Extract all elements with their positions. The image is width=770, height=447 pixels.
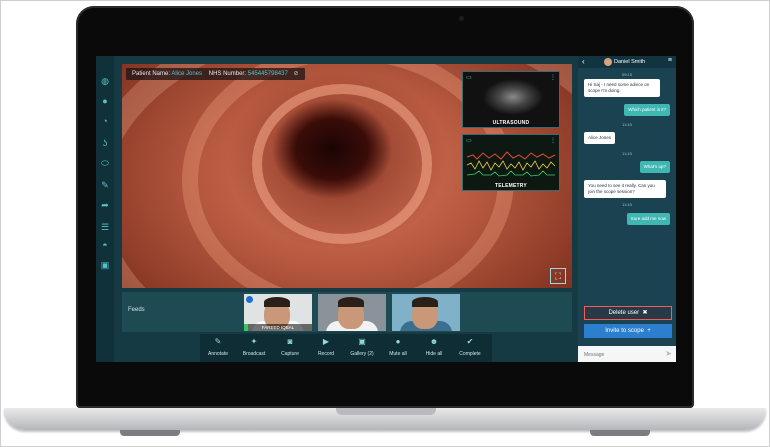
more-options-icon[interactable]: ⋮ [550, 137, 556, 144]
ultrasound-feed[interactable]: ▭ ⋮ ULTRASOUND [462, 71, 560, 128]
gallery-button[interactable]: ▣ Gallery (2) [344, 337, 380, 358]
status-indicator [244, 324, 248, 331]
frame-icon[interactable]: ▣ [100, 260, 110, 270]
capsule-icon[interactable]: ⬭ [100, 158, 110, 168]
participant-name: FAREED IQBAL [244, 324, 312, 331]
pencil-icon[interactable]: ✎ [100, 180, 110, 190]
message-outgoing: Which patient is it? [624, 104, 670, 116]
laptop-foot [120, 430, 180, 436]
pencil-icon: ✎ [214, 337, 222, 346]
chat-header: ‹ Daniel Smith ≡ [578, 56, 676, 68]
message-timestamp: 11:43 [622, 202, 632, 207]
participant-hair [338, 297, 364, 307]
participant-feed[interactable] [392, 294, 460, 331]
participant-hair [412, 297, 438, 307]
message-outgoing: Sure add me now [626, 213, 670, 225]
camera-icon: ◙ [287, 337, 293, 346]
message-input[interactable] [582, 348, 656, 361]
mute-all-button[interactable]: ● Mute all [380, 337, 416, 358]
menu-lines-icon[interactable]: ☰ [100, 222, 110, 232]
monitor-icon[interactable]: ▭ [466, 74, 472, 81]
patient-info-bar: Patient Name: Alice Jones NHS Number: 54… [126, 68, 305, 80]
message-input-bar: ➤ [578, 346, 676, 362]
nhs-number-label: NHS Number: [208, 71, 247, 77]
globe-icon[interactable]: ◍ [100, 76, 110, 86]
action-toolbar: ✎ Annotate ✦ Broadcast ◙ Capture ▶ Recor… [200, 334, 492, 362]
drop-half-icon[interactable]: ◓ [100, 240, 110, 250]
droplet-icon[interactable]: ◔ [100, 116, 110, 126]
laptop-notch [336, 408, 436, 415]
laptop-foot [590, 430, 650, 436]
capture-button[interactable]: ◙ Capture [272, 337, 308, 358]
message-timestamp: 11:43 [622, 151, 632, 156]
apple-icon[interactable]: ● [100, 96, 110, 106]
message-incoming: Hi Saj - I need some advice on scope I'm… [584, 79, 660, 97]
eye-slash-icon[interactable]: ⊘ [293, 71, 298, 77]
fullscreen-icon[interactable]: ⛶ [550, 268, 566, 284]
message-timestamp: 11:43 [622, 122, 632, 127]
feeds-label: Feeds [128, 307, 145, 313]
message-incoming: You need to see it really. Can you join … [584, 180, 666, 198]
capture-label: Capture [281, 351, 299, 357]
webcam [459, 16, 464, 21]
record-button[interactable]: ▶ Record [308, 337, 344, 358]
microphone-icon: ● [395, 337, 401, 346]
patient-name-label: Patient Name: [132, 71, 171, 77]
send-icon[interactable]: ➤ [665, 349, 672, 358]
endoscope-video[interactable]: Patient Name: Alice Jones NHS Number: 54… [122, 64, 572, 288]
telemetry-waveforms [466, 151, 556, 177]
nhs-number: 545445798437 [247, 71, 288, 77]
message-outgoing: What's up? [639, 161, 670, 173]
video-icon: ▶ [322, 337, 330, 346]
complete-label: Complete [459, 351, 481, 357]
gallery-label: Gallery (2) [350, 351, 374, 357]
monitor-icon[interactable]: ▭ [466, 137, 472, 144]
annotate-button[interactable]: ✎ Annotate [200, 337, 236, 358]
tool-sidebar: ◍ ● ◔ ʖ ⬭ ✎ ➦ ☰ ◓ ▣ [96, 56, 114, 362]
telemetry-feed[interactable]: ▭ ⋮ TELEMETRY [462, 134, 560, 191]
invite-to-scope-button[interactable]: Invite to scope + [584, 324, 672, 338]
app-screen: ◍ ● ◔ ʖ ⬭ ✎ ➦ ☰ ◓ ▣ Patient Name: Alice … [96, 56, 676, 362]
hide-all-button[interactable]: ☻ Hide all [416, 337, 452, 358]
message-incoming: Alice Jones [584, 132, 616, 144]
invite-label: Invite to scope [605, 328, 644, 334]
image-icon: ▣ [358, 337, 366, 346]
ultrasound-label: ULTRASOUND [492, 120, 530, 126]
add-user-icon: + [645, 328, 651, 334]
message-timestamp: 09:15 [621, 72, 632, 77]
telemetry-label: TELEMETRY [495, 183, 527, 189]
stomach-icon[interactable]: ʖ [100, 138, 110, 148]
share-arrow-icon[interactable]: ➦ [100, 200, 110, 210]
broadcast-label: Broadcast [242, 351, 266, 357]
hamburger-menu-icon[interactable]: ≡ [668, 57, 672, 64]
users-icon: ☻ [429, 337, 439, 346]
delete-user-button[interactable]: Delete user ✖ [584, 306, 672, 320]
delete-user-label: Delete user [608, 310, 640, 316]
checkmark-icon: ✔ [466, 337, 474, 346]
close-icon: ✖ [640, 310, 648, 316]
feeds-strip: Feeds FAREED IQBAL [122, 292, 572, 332]
mute-all-label: Mute all [389, 351, 407, 357]
avatar [604, 58, 612, 66]
participant-feed[interactable]: FAREED IQBAL [244, 294, 312, 331]
annotate-label: Annotate [207, 351, 229, 357]
back-chevron-icon[interactable]: ‹ [582, 57, 585, 66]
mic-icon[interactable] [246, 296, 253, 303]
record-label: Record [317, 351, 335, 357]
participant-feed[interactable] [318, 294, 386, 331]
hide-all-label: Hide all [425, 351, 443, 357]
broadcast-button[interactable]: ✦ Broadcast [236, 337, 272, 358]
chat-user-name: Daniel Smith [614, 59, 646, 65]
chat-panel: ‹ Daniel Smith ≡ 09:15 Hi Saj - I need s… [578, 56, 676, 362]
complete-button[interactable]: ✔ Complete [452, 337, 488, 358]
participant-hair [264, 297, 290, 307]
laptop-base [4, 408, 766, 430]
broadcast-icon: ✦ [250, 337, 258, 346]
patient-name: Alice Jones [171, 71, 203, 77]
more-options-icon[interactable]: ⋮ [550, 74, 556, 81]
